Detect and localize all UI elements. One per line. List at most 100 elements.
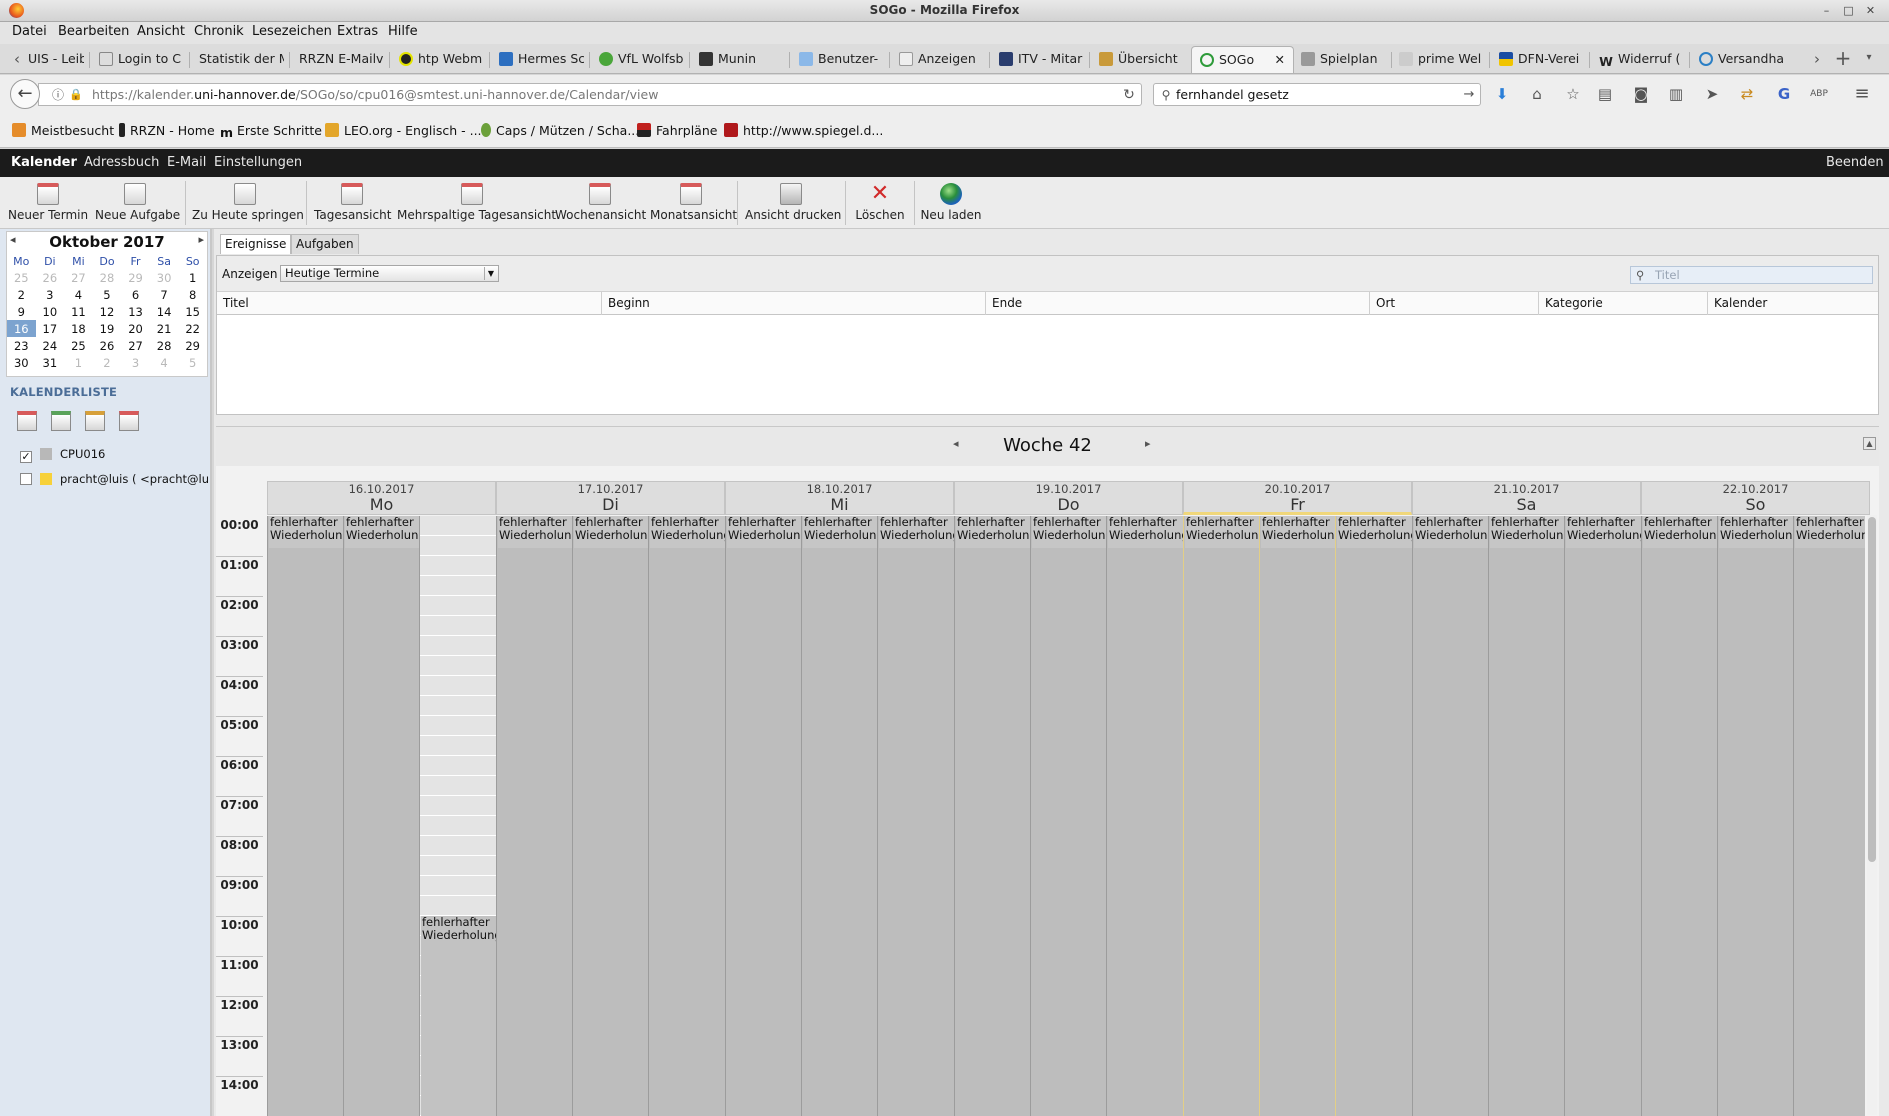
search-input[interactable]: ⚲ fernhandel gesetz → (1153, 83, 1481, 106)
mini-day[interactable]: 30 (150, 269, 179, 286)
tab[interactable]: DFN-Verei (1499, 46, 1584, 73)
mini-day[interactable]: 20 (121, 320, 150, 337)
scrollbar-thumb[interactable] (1868, 517, 1876, 862)
mini-day-today[interactable]: 16 (7, 320, 36, 337)
month-view-button[interactable]: Monatsansicht (650, 181, 737, 227)
google-translate-icon[interactable]: G (1775, 85, 1793, 103)
bookmark-erste-schritte[interactable]: m Erste Schritte (220, 123, 322, 140)
event-item[interactable]: fehlerhafterWiederholung (1414, 516, 1488, 548)
event-item[interactable]: fehlerhafterWiederholung (1185, 516, 1259, 548)
event-item[interactable]: fehlerhafterWiederholung (1719, 516, 1793, 548)
day-header-so[interactable]: 22.10.2017 So (1641, 481, 1870, 515)
home-icon[interactable]: ⌂ (1528, 85, 1546, 103)
event-item[interactable]: fehlerhafterWiederholung (1032, 516, 1106, 548)
bookmark-star-icon[interactable]: ☆ (1564, 85, 1582, 103)
minimize-window-icon[interactable]: – (1819, 3, 1834, 18)
day-header-do[interactable]: 19.10.2017 Do (954, 481, 1183, 515)
mini-day[interactable]: 8 (178, 286, 207, 303)
tab[interactable]: Übersicht (1099, 46, 1184, 73)
day-header-mi[interactable]: 18.10.2017 Mi (725, 481, 954, 515)
mini-day[interactable]: 19 (93, 320, 122, 337)
mini-day[interactable]: 22 (178, 320, 207, 337)
tab[interactable]: W Widerruf ( (1599, 46, 1684, 73)
mini-day[interactable]: 4 (150, 354, 179, 371)
tab-ereignisse[interactable]: Ereignisse (220, 234, 292, 254)
calendar-checkbox[interactable] (20, 473, 32, 485)
reader-icon[interactable]: ▥ (1667, 85, 1685, 103)
calendar-properties-icon[interactable] (85, 411, 105, 431)
events-search-input[interactable]: ⚲ Titel (1630, 266, 1873, 284)
column-kategorie[interactable]: Kategorie (1539, 292, 1708, 315)
mini-day[interactable]: 6 (121, 286, 150, 303)
mini-day[interactable]: 30 (7, 354, 36, 371)
hamburger-menu-icon[interactable]: ≡ (1853, 85, 1871, 103)
free-slot-column[interactable]: fehlerhafter Wiederholung (419, 516, 496, 1116)
list-tabs-icon[interactable]: ▾ (1860, 49, 1878, 67)
mini-day[interactable]: 18 (64, 320, 93, 337)
mini-day[interactable]: 31 (36, 354, 65, 371)
event-item[interactable]: fehlerhafterWiederholung (727, 516, 801, 548)
next-month-icon[interactable]: ▸ (198, 233, 204, 246)
back-button[interactable]: ← (10, 79, 40, 109)
tab[interactable]: prime Wel (1399, 46, 1484, 73)
mini-day[interactable]: 28 (93, 269, 122, 286)
calendar-checkbox[interactable]: ✓ (20, 451, 32, 463)
mini-day[interactable]: 5 (93, 286, 122, 303)
tab[interactable]: Anzeigen (899, 46, 984, 73)
calendar-item-cpu016[interactable]: ✓ CPU016 (20, 447, 210, 463)
tab[interactable]: Hermes Sc (499, 46, 584, 73)
menu-chronik[interactable]: Chronik (194, 24, 244, 39)
mini-day[interactable]: 2 (7, 286, 36, 303)
column-kalender[interactable]: Kalender (1708, 292, 1878, 315)
mini-day[interactable]: 26 (93, 337, 122, 354)
column-ende[interactable]: Ende (986, 292, 1370, 315)
filter-select[interactable]: Heutige Termine ▼ (280, 265, 499, 282)
download-icon[interactable]: ⬇ (1493, 85, 1511, 103)
new-tab-icon[interactable]: + (1834, 48, 1852, 68)
tab[interactable]: htp Webm (399, 46, 484, 73)
column-titel[interactable]: Titel (217, 292, 602, 315)
info-icon[interactable]: ⓘ (49, 86, 67, 104)
tab[interactable]: Benutzer- (799, 46, 884, 73)
pocket-icon[interactable]: ◙ (1632, 85, 1650, 103)
mini-day[interactable]: 17 (36, 320, 65, 337)
maximize-window-icon[interactable]: □ (1841, 3, 1856, 18)
delete-calendar-icon[interactable] (119, 411, 139, 431)
mini-day[interactable]: 12 (93, 303, 122, 320)
mini-day[interactable]: 27 (64, 269, 93, 286)
tab[interactable]: Statistik der M (199, 46, 284, 73)
tab[interactable]: Login to C (99, 46, 184, 73)
mini-day[interactable]: 29 (121, 269, 150, 286)
event-item[interactable]: fehlerhafterWiederholung (1490, 516, 1564, 548)
mini-day[interactable]: 3 (36, 286, 65, 303)
tab[interactable]: ITV - Mitar (999, 46, 1084, 73)
event-item[interactable]: fehlerhafterWiederholung (269, 516, 343, 548)
day-header-mo[interactable]: 16.10.2017 Mo (267, 481, 496, 515)
event-item[interactable]: fehlerhafterWiederholung (498, 516, 572, 548)
bookmark-meistbesucht[interactable]: Meistbesucht (12, 123, 114, 138)
week-view-button[interactable]: Wochenansicht (555, 181, 646, 227)
adblock-icon[interactable]: ABP (1810, 85, 1828, 103)
event-item[interactable]: fehlerhafterWiederholung (1261, 516, 1335, 548)
reload-button[interactable]: Neu laden (920, 181, 982, 227)
nav-adressbuch[interactable]: Adressbuch (84, 155, 159, 170)
nav-beenden[interactable]: Beenden (1826, 155, 1884, 170)
event-item[interactable]: fehlerhafterWiederholung (345, 516, 419, 548)
search-go-icon[interactable]: → (1460, 86, 1478, 104)
new-task-button[interactable]: Neue Aufgabe (95, 181, 180, 227)
menu-datei[interactable]: Datei (12, 24, 47, 39)
delete-button[interactable]: ✕ Löschen (851, 181, 909, 227)
send-icon[interactable]: ➤ (1703, 85, 1721, 103)
tabs-scroll-left-icon[interactable]: ‹ (8, 50, 26, 68)
day-header-fr[interactable]: 20.10.2017 Fr (1183, 481, 1412, 515)
event-item[interactable]: fehlerhafterWiederholung (1643, 516, 1717, 548)
mini-day[interactable]: 4 (64, 286, 93, 303)
tab-sogo-active[interactable]: SOGo ✕ (1191, 46, 1294, 73)
mini-day[interactable]: 1 (178, 269, 207, 286)
event-item[interactable]: fehlerhafterWiederholung (1795, 516, 1865, 548)
mini-day[interactable]: 23 (7, 337, 36, 354)
event-item[interactable]: fehlerhafterWiederholung (650, 516, 725, 548)
week-grid-scrollbar[interactable] (1867, 515, 1877, 1115)
event-item[interactable]: fehlerhafterWiederholung (803, 516, 877, 548)
reload-icon[interactable]: ↻ (1120, 86, 1138, 104)
